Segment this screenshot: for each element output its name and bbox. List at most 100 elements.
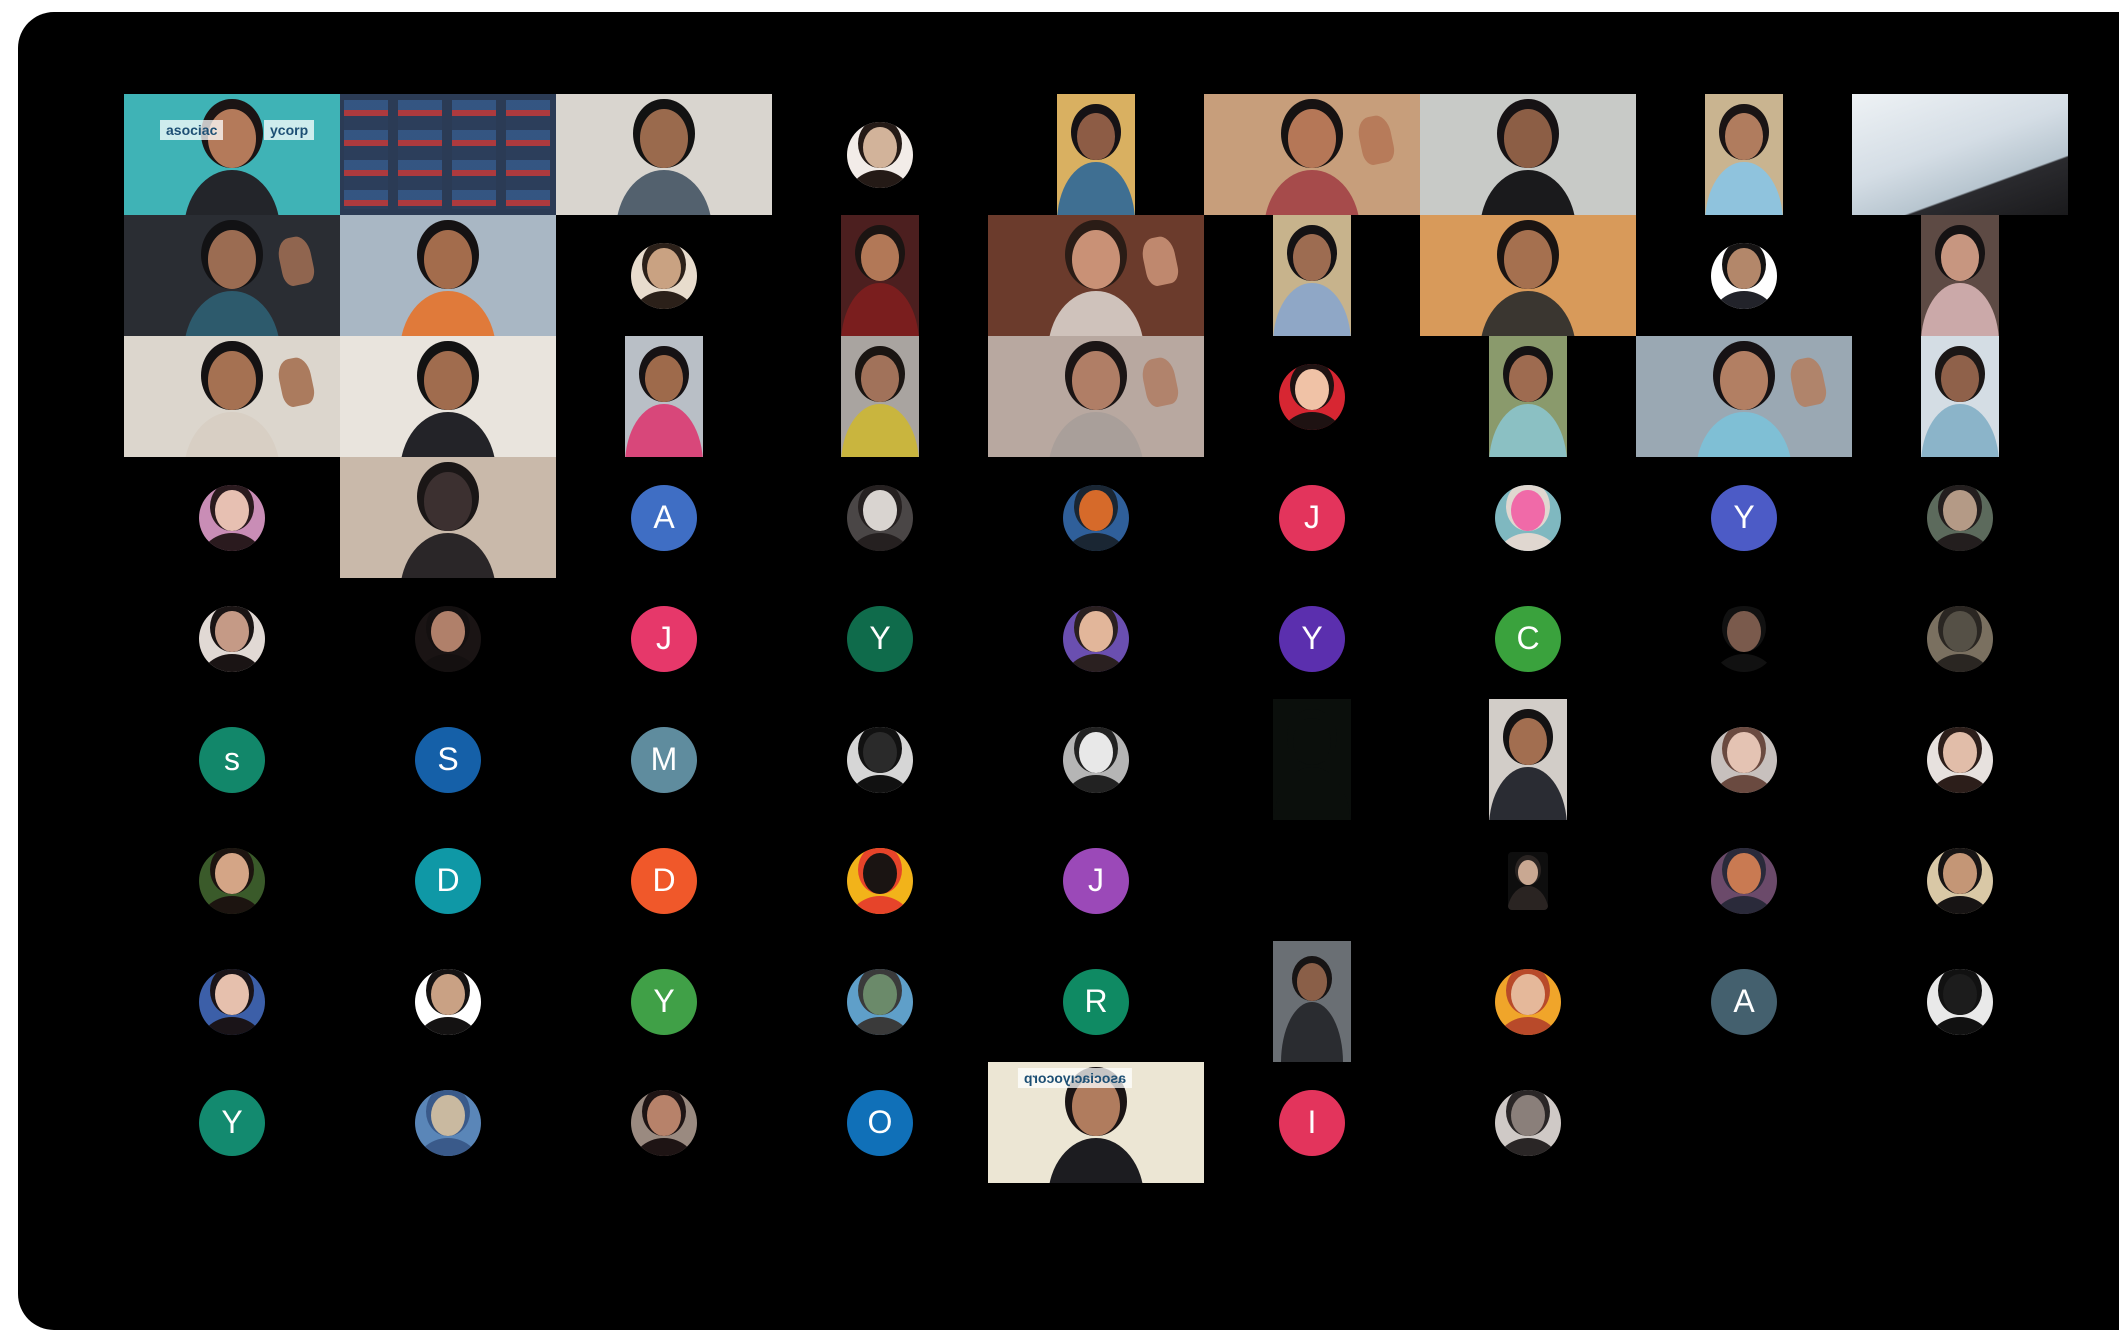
participant-tile[interactable]: asociac ycorp — [124, 94, 340, 215]
participant-photo-avatar[interactable] — [1495, 484, 1561, 551]
participant-tile[interactable] — [340, 336, 556, 457]
participant-photo-avatar[interactable] — [1927, 847, 1993, 914]
participant-tile[interactable] — [1636, 820, 1852, 941]
participant-video[interactable] — [1273, 699, 1351, 820]
participant-tile[interactable] — [1420, 94, 1636, 215]
participant-tile[interactable]: C — [1420, 578, 1636, 699]
participant-photo-avatar[interactable] — [1711, 726, 1777, 793]
participant-photo-avatar[interactable] — [1495, 1089, 1561, 1156]
participant-tile[interactable]: S — [340, 699, 556, 820]
participant-photo-avatar[interactable] — [1927, 726, 1993, 793]
participant-video[interactable]: asociacıyocorp — [988, 1062, 1204, 1183]
participant-tile[interactable]: Y — [1204, 578, 1420, 699]
participant-initial-avatar[interactable]: J — [1279, 484, 1345, 551]
participant-tile[interactable]: Y — [1636, 457, 1852, 578]
participant-photo-avatar[interactable] — [847, 121, 913, 188]
participant-tile[interactable] — [988, 457, 1204, 578]
participant-tile[interactable] — [340, 457, 556, 578]
participant-tile[interactable] — [988, 578, 1204, 699]
participant-video[interactable] — [124, 215, 340, 336]
participant-tile[interactable] — [340, 941, 556, 1062]
participant-tile[interactable] — [1852, 578, 2068, 699]
participant-photo-avatar[interactable] — [631, 1089, 697, 1156]
participant-initial-avatar[interactable]: S — [415, 726, 481, 793]
participant-photo-avatar[interactable] — [1279, 363, 1345, 430]
participant-photo-avatar[interactable] — [1711, 847, 1777, 914]
participant-video[interactable] — [625, 336, 703, 457]
participant-tile[interactable] — [1420, 699, 1636, 820]
participant-photo-avatar[interactable] — [1927, 484, 1993, 551]
participant-video[interactable] — [1273, 941, 1351, 1062]
participant-tile[interactable]: Y — [124, 1062, 340, 1183]
participant-initial-avatar[interactable]: R — [1063, 968, 1129, 1035]
participant-tile[interactable] — [1420, 336, 1636, 457]
participant-video[interactable] — [988, 215, 1204, 336]
participant-tile[interactable] — [772, 820, 988, 941]
participant-tile[interactable] — [772, 215, 988, 336]
participant-video[interactable] — [1420, 215, 1636, 336]
participant-tile[interactable] — [772, 336, 988, 457]
participant-tile[interactable]: A — [1636, 941, 1852, 1062]
participant-video[interactable] — [1921, 215, 1999, 336]
participant-tile[interactable]: D — [556, 820, 772, 941]
participant-tile[interactable]: s — [124, 699, 340, 820]
participant-initial-avatar[interactable]: Y — [847, 605, 913, 672]
participant-tile[interactable]: M — [556, 699, 772, 820]
participant-tile[interactable]: asociacıyocorp — [988, 1062, 1204, 1183]
participant-tile[interactable] — [988, 94, 1204, 215]
participant-photo-avatar[interactable] — [1927, 968, 1993, 1035]
participant-initial-avatar[interactable]: O — [847, 1089, 913, 1156]
participant-tile[interactable]: I — [1204, 1062, 1420, 1183]
participant-tile[interactable]: Y — [772, 578, 988, 699]
participant-tile[interactable]: R — [988, 941, 1204, 1062]
participant-photo-avatar[interactable] — [415, 605, 481, 672]
participant-tile[interactable] — [988, 336, 1204, 457]
participant-tile[interactable] — [988, 699, 1204, 820]
participant-tile[interactable] — [124, 578, 340, 699]
participant-tile[interactable]: J — [556, 578, 772, 699]
participant-initial-avatar[interactable]: Y — [199, 1089, 265, 1156]
participant-initial-avatar[interactable]: Y — [1711, 484, 1777, 551]
participant-video[interactable] — [1489, 336, 1567, 457]
participant-tile[interactable] — [1852, 941, 2068, 1062]
participant-video[interactable] — [340, 215, 556, 336]
participant-tile[interactable] — [124, 215, 340, 336]
participant-tile[interactable]: D — [340, 820, 556, 941]
participant-photo-avatar[interactable] — [847, 847, 913, 914]
participant-tile[interactable] — [772, 941, 988, 1062]
participant-tile[interactable] — [1636, 94, 1852, 215]
participant-tile[interactable] — [340, 1062, 556, 1183]
participant-initial-avatar[interactable]: D — [415, 847, 481, 914]
participant-tile[interactable] — [556, 1062, 772, 1183]
participant-video[interactable] — [1921, 336, 1999, 457]
participant-video[interactable] — [1705, 94, 1783, 215]
participant-video[interactable]: asociac ycorp — [124, 94, 340, 215]
participant-tile[interactable] — [1852, 457, 2068, 578]
participant-tile[interactable]: Y — [556, 941, 772, 1062]
participant-tile[interactable] — [1204, 94, 1420, 215]
participant-tile[interactable]: O — [772, 1062, 988, 1183]
participant-tile[interactable]: J — [988, 820, 1204, 941]
participant-video[interactable] — [124, 336, 340, 457]
participant-photo-avatar[interactable] — [1063, 484, 1129, 551]
participant-tile[interactable] — [124, 820, 340, 941]
participant-photo-avatar[interactable] — [1495, 968, 1561, 1035]
participant-tile[interactable] — [1420, 215, 1636, 336]
participant-tile[interactable] — [772, 699, 988, 820]
participant-initial-avatar[interactable]: Y — [1279, 605, 1345, 672]
participant-tile[interactable] — [1636, 699, 1852, 820]
participant-tile[interactable] — [1852, 699, 2068, 820]
participant-photo-avatar[interactable] — [199, 605, 265, 672]
participant-video[interactable] — [1489, 699, 1567, 820]
participant-video[interactable] — [1420, 94, 1636, 215]
participant-photo-avatar[interactable] — [847, 968, 913, 1035]
participant-tile[interactable] — [1636, 215, 1852, 336]
participant-tile[interactable] — [988, 215, 1204, 336]
participant-photo-avatar[interactable] — [847, 484, 913, 551]
participant-photo-avatar[interactable] — [1711, 605, 1777, 672]
participant-photo-avatar[interactable] — [1063, 605, 1129, 672]
participant-tile[interactable] — [124, 941, 340, 1062]
participant-tile[interactable] — [1852, 94, 2068, 215]
participant-initial-avatar[interactable]: J — [1063, 847, 1129, 914]
participant-tile[interactable] — [1852, 215, 2068, 336]
